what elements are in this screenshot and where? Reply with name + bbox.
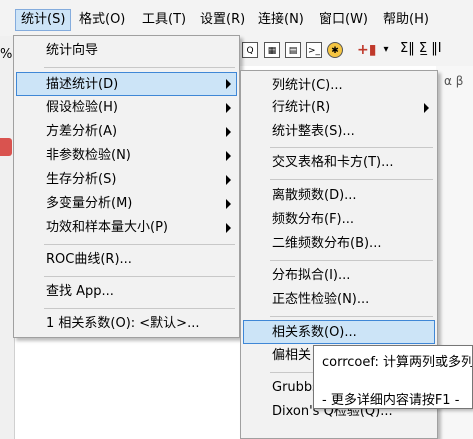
menu-item-nonparametric[interactable]: 非参数检验(N) — [16, 144, 237, 168]
menu-item-anova[interactable]: 方差分析(A) — [16, 120, 237, 144]
menu-item-stat-wizard[interactable]: 统计向导 — [16, 39, 237, 63]
menu-item-label: 查找 App... — [46, 284, 114, 299]
menu-separator — [44, 276, 235, 277]
menu-item-label: 偏相关 — [272, 348, 312, 363]
menu-item-label: 正态性检验(N)... — [272, 292, 370, 307]
menu-item-crosstab-chi-square[interactable]: 交叉表格和卡方(T)... — [243, 151, 435, 175]
dropdown-arrow-icon[interactable]: ▾ — [378, 42, 394, 58]
menu-item-label: 相关系数(O)... — [272, 325, 357, 340]
menu-item-label: 非参数检验(N) — [46, 148, 131, 163]
menu-item-label: 统计整表(S)... — [272, 124, 355, 139]
menu-item-survival[interactable]: 生存分析(S) — [16, 168, 237, 192]
submenu-arrow-icon — [226, 127, 231, 137]
menu-item-label: 分布拟合(I)... — [272, 268, 351, 283]
submenu-arrow-icon — [226, 175, 231, 185]
menu-item-row-stats[interactable]: 行统计(R) — [243, 96, 435, 120]
menu-format[interactable]: 格式(O) — [74, 10, 130, 30]
greek-letters[interactable]: α β — [444, 74, 463, 88]
percent-format-button[interactable]: % — [0, 47, 12, 62]
submenu-arrow-icon — [226, 103, 231, 113]
menu-item-roc-curve[interactable]: ROC曲线(R)... — [16, 248, 237, 272]
menu-item-hypothesis-test[interactable]: 假设检验(H) — [16, 96, 237, 120]
menu-item-label: 假设检验(H) — [46, 100, 118, 115]
menu-item-column-stats[interactable]: 列统计(C)... — [243, 74, 435, 98]
menu-item-stats-table[interactable]: 统计整表(S)... — [243, 120, 435, 144]
menu-item-label: Grubbs — [272, 380, 319, 395]
tooltip-help-hint: - 更多详细内容请按F1 - — [322, 393, 460, 408]
menu-separator — [270, 260, 433, 261]
menu-bar: 统计(S) 格式(O) 工具(T) 设置(R) 连接(N) 窗口(W) 帮助(H… — [0, 0, 473, 37]
menu-item-label: 二维频数分布(B)... — [272, 236, 382, 251]
menu-statistics[interactable]: 统计(S) — [15, 9, 72, 31]
menu-item-label: 1 相关系数(O): <默认>... — [46, 316, 200, 331]
menu-item-label: 方差分析(A) — [46, 124, 118, 139]
menu-separator — [270, 147, 433, 148]
menu-help[interactable]: 帮助(H) — [378, 10, 434, 30]
menu-item-multivariate[interactable]: 多变量分析(M) — [16, 192, 237, 216]
menu-item-label: 交叉表格和卡方(T)... — [272, 155, 394, 170]
menu-item-label: 频数分布(F)... — [272, 212, 355, 227]
menu-tools[interactable]: 工具(T) — [137, 10, 191, 30]
submenu-arrow-icon — [226, 199, 231, 209]
menu-item-power-sample-size[interactable]: 功效和样本量大小(P) — [16, 216, 237, 240]
menu-item-label: 统计向导 — [46, 43, 99, 58]
zoom-icon[interactable]: Q — [242, 42, 258, 58]
menu-item-label: 生存分析(S) — [46, 172, 117, 187]
submenu-arrow-icon — [226, 223, 231, 233]
menu-item-label: 多变量分析(M) — [46, 196, 133, 211]
command-window-icon[interactable]: >_ — [306, 42, 322, 58]
menu-item-recent-correlation[interactable]: 1 相关系数(O): <默认>... — [16, 312, 237, 336]
menu-item-normality-test[interactable]: 正态性检验(N)... — [243, 288, 435, 312]
menu-item-distribution-fit[interactable]: 分布拟合(I)... — [243, 264, 435, 288]
statistics-menu: 统计向导 描述统计(D) 假设检验(H) 方差分析(A) 非参数检验(N) 生存… — [13, 35, 240, 338]
red-tab-indicator — [0, 138, 12, 156]
menu-item-descriptive-stats[interactable]: 描述统计(D) — [16, 72, 237, 96]
tooltip-description: corrcoef: 计算两列或多列 — [322, 355, 473, 370]
sum-icons[interactable]: Σ‖ Σ̲ ‖Ι — [400, 41, 442, 56]
gear-icon[interactable]: ✱ — [327, 42, 343, 58]
menu-connect[interactable]: 连接(N) — [253, 10, 309, 30]
menu-item-label: 描述统计(D) — [46, 77, 119, 92]
menu-item-2d-frequency[interactable]: 二维频数分布(B)... — [243, 232, 435, 256]
add-column-icon[interactable]: +▮ — [357, 42, 376, 58]
menu-separator — [44, 308, 235, 309]
submenu-arrow-icon — [226, 151, 231, 161]
menu-separator — [44, 244, 235, 245]
menu-window[interactable]: 窗口(W) — [314, 10, 373, 30]
menu-separator — [270, 316, 433, 317]
submenu-arrow-icon — [226, 79, 231, 89]
menu-item-label: 离散频数(D)... — [272, 188, 357, 203]
menu-item-correlation[interactable]: 相关系数(O)... — [243, 320, 435, 344]
menu-item-find-app[interactable]: 查找 App... — [16, 280, 237, 304]
menu-separator — [270, 179, 433, 180]
menu-settings[interactable]: 设置(R) — [195, 10, 250, 30]
menu-item-label: ROC曲线(R)... — [46, 252, 132, 267]
menu-item-label: 行统计(R) — [272, 100, 331, 115]
worksheet-icon[interactable]: ▦ — [264, 42, 280, 58]
submenu-arrow-icon — [424, 103, 429, 113]
calculator-icon[interactable]: ▤ — [285, 42, 301, 58]
menu-item-label: 功效和样本量大小(P) — [46, 220, 168, 235]
menu-item-frequency-distribution[interactable]: 频数分布(F)... — [243, 208, 435, 232]
menu-item-label: 列统计(C)... — [272, 78, 343, 93]
menu-item-discrete-frequency[interactable]: 离散频数(D)... — [243, 184, 435, 208]
tooltip: corrcoef: 计算两列或多列 - 更多详细内容请按F1 - — [313, 345, 473, 409]
menu-separator — [44, 67, 235, 68]
